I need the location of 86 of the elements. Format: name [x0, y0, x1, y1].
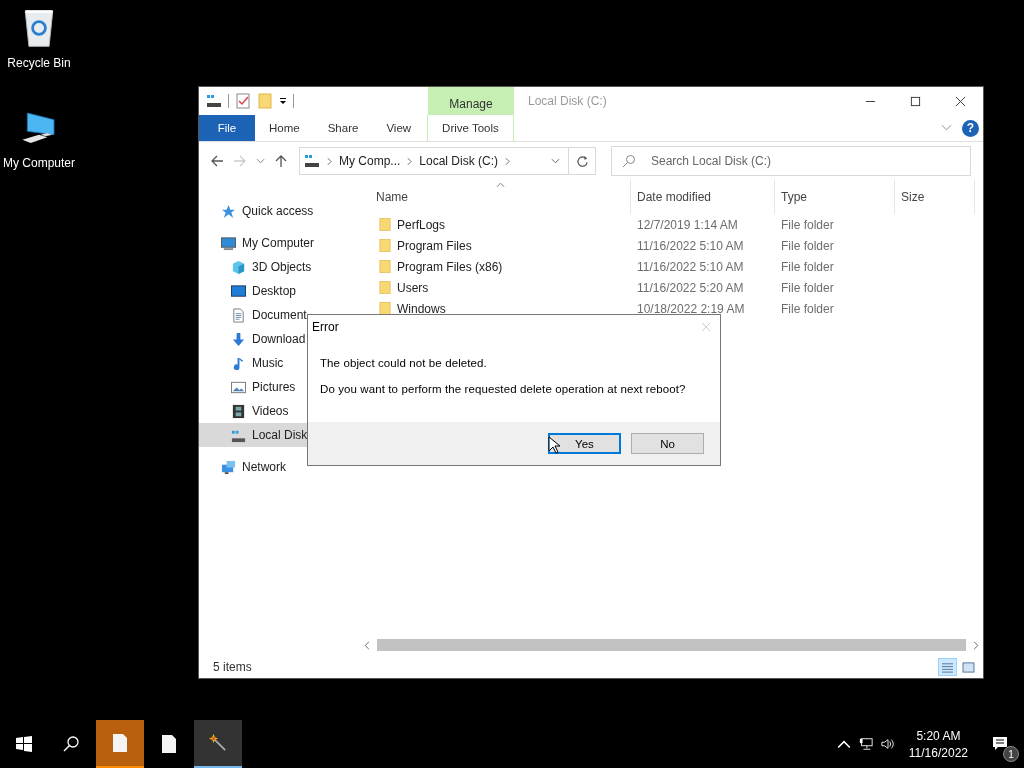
type-cell-text: File folder: [780, 301, 835, 316]
document-icon: [231, 307, 246, 323]
date-cell-text: 11/16/2022 5:20 AM: [636, 280, 745, 295]
date-cell-text: 10/18/2022 2:19 AM: [636, 301, 746, 316]
column-header[interactable]: Name: [360, 180, 631, 214]
folder-icon: [379, 238, 391, 253]
film-icon: [231, 403, 246, 419]
search-field[interactable]: Search Local Disk (C:): [611, 146, 971, 176]
help-button[interactable]: ?: [962, 119, 979, 137]
dialog-button[interactable]: No: [631, 433, 704, 454]
folder-icon: [379, 280, 391, 295]
back-arrow-icon[interactable]: [210, 154, 224, 168]
file-name[interactable]: Program Files: [397, 238, 472, 253]
music-note-icon: [231, 355, 246, 371]
desktop-icon: [231, 283, 246, 299]
mouse-cursor-icon: [548, 436, 560, 454]
download-arrow-icon: [231, 331, 246, 347]
status-text: 5 items: [213, 660, 252, 674]
column-header[interactable]: Size: [895, 180, 975, 214]
monitor-icon: [221, 235, 236, 251]
taskbar-app-button[interactable]: [194, 720, 242, 768]
picture-icon: [231, 379, 246, 395]
date-cell-text: 11/16/2022 5:10 AM: [636, 259, 745, 274]
refresh-button[interactable]: [569, 147, 596, 175]
chevron-right-icon[interactable]: [327, 156, 332, 166]
notification-icon[interactable]: [992, 736, 1008, 752]
dialog-question: Do you want to perform the requested delete operation at next reboot?: [320, 383, 687, 395]
file-name[interactable]: Windows: [397, 301, 446, 316]
date-cell-text: 11/16/2022 5:10 AM: [636, 238, 745, 253]
network-icon: [221, 459, 236, 475]
magic-wand-icon: [209, 733, 227, 753]
list-icon: [941, 661, 954, 673]
sort-caret-icon: [496, 182, 505, 188]
nav-item[interactable]: 3D Objects: [199, 255, 360, 279]
date-cell-text: 12/7/2019 1:14 AM: [636, 217, 739, 232]
ribbon-tab[interactable]: View: [372, 115, 426, 141]
ribbon-tab[interactable]: Share: [313, 115, 373, 141]
address-bar[interactable]: My Comp... Local Disk (C:): [299, 147, 569, 175]
chevron-down-icon[interactable]: [256, 158, 265, 164]
type-cell-text: File folder: [780, 217, 835, 232]
search-icon: [622, 154, 636, 168]
dropdown-icon[interactable]: [279, 97, 287, 105]
clock[interactable]: 5:20 AM 11/16/2022: [898, 728, 976, 760]
document-icon: [111, 733, 129, 753]
breadcrumb-item[interactable]: My Comp...: [339, 154, 401, 168]
notification-count: 1: [1003, 746, 1019, 762]
folder-icon: [379, 217, 391, 232]
desktop-icon-label[interactable]: My Computer: [3, 156, 75, 170]
nav-item[interactable]: Videos: [199, 399, 360, 423]
large-icons-icon: [962, 661, 975, 673]
ribbon-tab[interactable]: File: [199, 115, 255, 141]
folder-icon: [379, 259, 391, 274]
desktop-icon-label[interactable]: Recycle Bin: [7, 56, 71, 70]
properties-icon[interactable]: [235, 93, 251, 109]
drive-icon[interactable]: [206, 93, 222, 109]
chevron-down-icon[interactable]: [551, 158, 560, 164]
nav-item[interactable]: My Computer: [199, 231, 360, 255]
type-cell-text: File folder: [780, 280, 835, 295]
dialog-title: Error: [312, 320, 339, 334]
column-header[interactable]: Type: [775, 180, 895, 214]
dialog-button[interactable]: Yes: [548, 433, 621, 454]
file-name[interactable]: Users: [397, 280, 429, 295]
folder-icon: [379, 301, 391, 316]
cube-icon: [231, 259, 246, 275]
window-title: Local Disk (C:): [528, 94, 607, 108]
ribbon-tab[interactable]: Drive Tools: [427, 115, 514, 141]
chevron-right-icon[interactable]: [505, 156, 511, 166]
file-name[interactable]: PerfLogs: [397, 217, 446, 232]
details-view-button[interactable]: [938, 658, 957, 676]
context-group-header: Manage: [428, 87, 514, 115]
drive-icon: [304, 153, 320, 169]
nav-item[interactable]: Quick access: [199, 199, 360, 223]
up-arrow-icon[interactable]: [274, 154, 288, 168]
nav-item[interactable]: Desktop: [199, 279, 360, 303]
document-icon: [160, 734, 178, 754]
refresh-icon: [575, 154, 589, 168]
ribbon-tab[interactable]: Home: [255, 115, 314, 141]
type-cell-text: File folder: [780, 259, 835, 274]
file-name[interactable]: Program Files (x86): [397, 259, 503, 274]
type-cell-text: File folder: [780, 238, 835, 253]
star-icon: [221, 203, 236, 219]
nav-item[interactable]: Network: [199, 455, 360, 479]
chevron-right-icon[interactable]: [407, 156, 413, 166]
column-header[interactable]: Date modified: [631, 180, 775, 214]
dialog-message: The object could not be deleted.: [320, 357, 488, 369]
breadcrumb-item[interactable]: Local Disk (C:): [419, 154, 499, 168]
